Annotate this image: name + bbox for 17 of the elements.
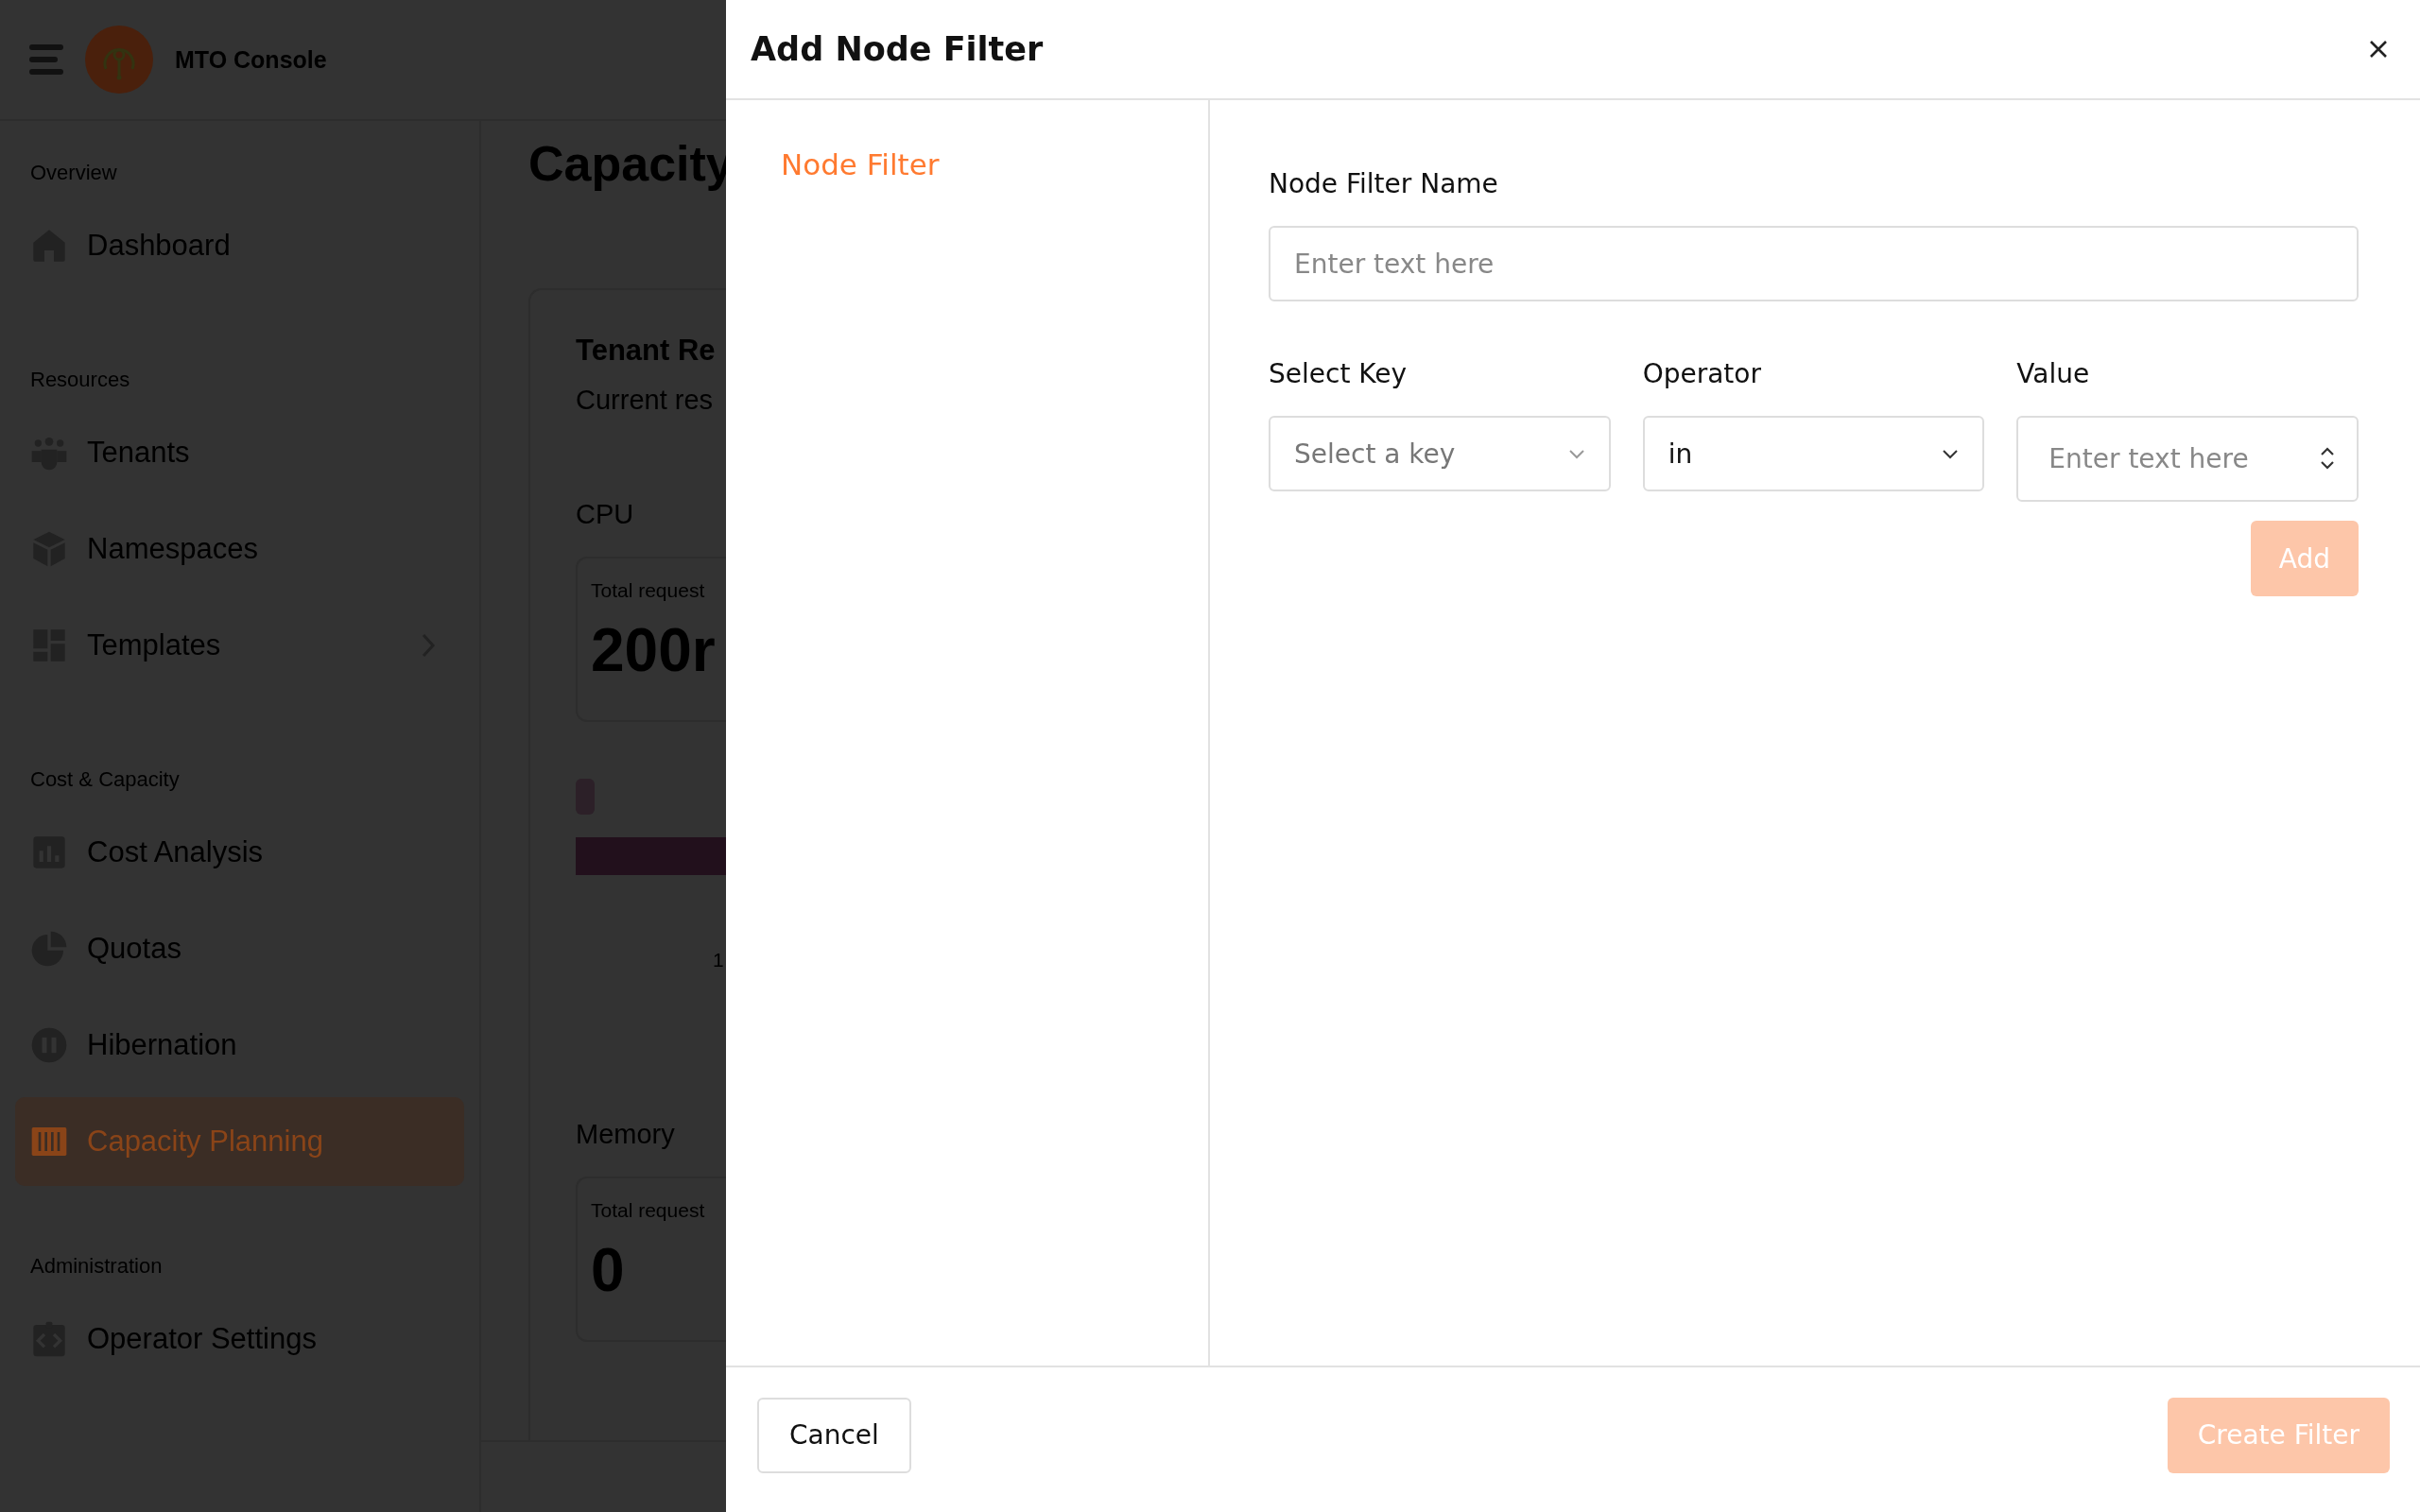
key-select[interactable]: Select a key (1269, 416, 1611, 491)
close-icon (2369, 40, 2388, 59)
cancel-button[interactable]: Cancel (757, 1397, 911, 1473)
logo-icon (85, 26, 153, 94)
field-label: Value (2016, 358, 2091, 389)
chevron-down-icon (1567, 448, 1585, 459)
value-field[interactable]: Enter text here (2016, 416, 2359, 502)
spinner-icon[interactable] (2320, 446, 2335, 471)
name-field[interactable]: Enter text here (1269, 226, 2359, 301)
dialog-tab[interactable]: Node Filter (781, 147, 940, 181)
field-label: Operator (1642, 358, 1762, 389)
field-label: Node Filter Name (1269, 168, 1499, 199)
chevron-down-icon (1942, 448, 1960, 459)
dialog-title: Add Node Filter (751, 30, 1044, 68)
nav-item[interactable]: Capacity Planning (15, 1097, 464, 1186)
field-label: Select Key (1269, 358, 1409, 389)
operator-select[interactable]: in (1642, 416, 1985, 491)
